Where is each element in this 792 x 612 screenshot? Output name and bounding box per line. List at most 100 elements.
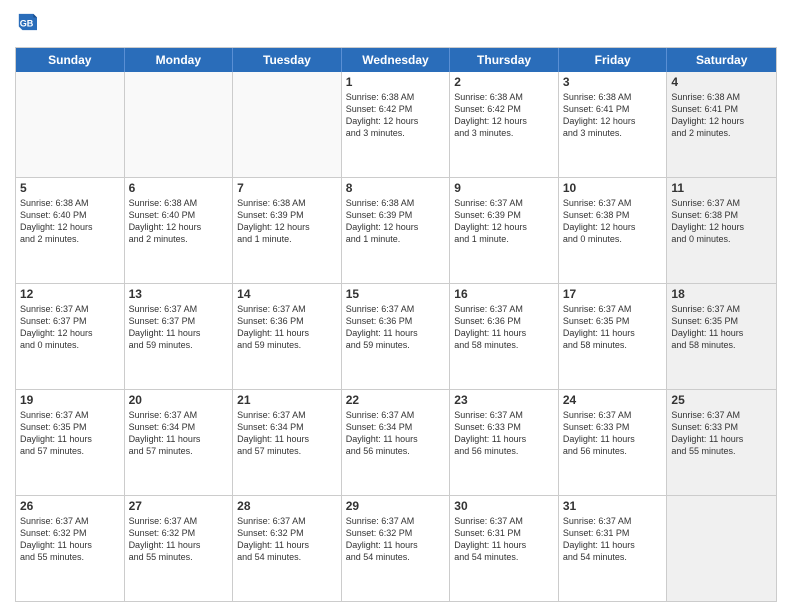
cal-cell: 4 Sunrise: 6:38 AM Sunset: 6:41 PM Daylig… bbox=[667, 72, 776, 177]
cal-cell: 31 Sunrise: 6:37 AM Sunset: 6:31 PM Dayli… bbox=[559, 496, 668, 601]
cell-info: Sunrise: 6:37 AM Sunset: 6:36 PM Dayligh… bbox=[346, 303, 446, 352]
header-day-monday: Monday bbox=[125, 48, 234, 72]
day-number: 6 bbox=[129, 181, 229, 195]
day-number: 24 bbox=[563, 393, 663, 407]
cal-cell: 2 Sunrise: 6:38 AM Sunset: 6:42 PM Daylig… bbox=[450, 72, 559, 177]
day-number: 9 bbox=[454, 181, 554, 195]
cal-cell: 25Sunrise: 6:37 AM Sunset: 6:33 PM Dayli… bbox=[667, 390, 776, 495]
day-number: 15 bbox=[346, 287, 446, 301]
cell-info: Sunrise: 6:37 AM Sunset: 6:36 PM Dayligh… bbox=[454, 303, 554, 352]
cal-cell: 13 Sunrise: 6:37 AM Sunset: 6:37 PM Dayli… bbox=[125, 284, 234, 389]
day-number: 12 bbox=[20, 287, 120, 301]
cell-info: Sunrise: 6:38 AM Sunset: 6:41 PM Dayligh… bbox=[563, 91, 663, 140]
cell-info: Sunrise: 6:37 AM Sunset: 6:34 PM Dayligh… bbox=[346, 409, 446, 458]
cal-cell: 21 Sunrise: 6:37 AM Sunset: 6:34 PM Dayli… bbox=[233, 390, 342, 495]
cal-cell: 1 Sunrise: 6:38 AM Sunset: 6:42 PM Daylig… bbox=[342, 72, 451, 177]
svg-text:GB: GB bbox=[20, 19, 34, 29]
cell-info: Sunrise: 6:37 AM Sunset: 6:39 PM Dayligh… bbox=[454, 197, 554, 246]
calendar: SundayMondayTuesdayWednesdayThursdayFrid… bbox=[15, 47, 777, 602]
cal-cell: 5 Sunrise: 6:38 AM Sunset: 6:40 PM Daylig… bbox=[16, 178, 125, 283]
cell-info: Sunrise: 6:37 AM Sunset: 6:32 PM Dayligh… bbox=[129, 515, 229, 564]
cal-cell: 11 Sunrise: 6:37 AM Sunset: 6:38 PM Dayli… bbox=[667, 178, 776, 283]
cal-cell: 30 Sunrise: 6:37 AM Sunset: 6:31 PM Dayli… bbox=[450, 496, 559, 601]
cell-info: Sunrise: 6:38 AM Sunset: 6:39 PM Dayligh… bbox=[237, 197, 337, 246]
cell-info: Sunrise: 6:37 AM Sunset: 6:38 PM Dayligh… bbox=[671, 197, 772, 246]
logo-icon: GB bbox=[17, 10, 37, 34]
day-number: 16 bbox=[454, 287, 554, 301]
cal-cell: 20Sunrise: 6:37 AM Sunset: 6:34 PM Dayli… bbox=[125, 390, 234, 495]
day-number: 27 bbox=[129, 499, 229, 513]
cell-info: Sunrise: 6:37 AM Sunset: 6:35 PM Dayligh… bbox=[563, 303, 663, 352]
day-number: 5 bbox=[20, 181, 120, 195]
cell-info: Sunrise: 6:38 AM Sunset: 6:42 PM Dayligh… bbox=[454, 91, 554, 140]
week-row-1: 5 Sunrise: 6:38 AM Sunset: 6:40 PM Daylig… bbox=[16, 178, 776, 284]
cell-info: Sunrise: 6:37 AM Sunset: 6:31 PM Dayligh… bbox=[563, 515, 663, 564]
cal-cell: 27 Sunrise: 6:37 AM Sunset: 6:32 PM Dayli… bbox=[125, 496, 234, 601]
cal-cell: 16 Sunrise: 6:37 AM Sunset: 6:36 PM Dayli… bbox=[450, 284, 559, 389]
cell-info: Sunrise: 6:37 AM Sunset: 6:32 PM Dayligh… bbox=[346, 515, 446, 564]
cell-info: Sunrise: 6:38 AM Sunset: 6:41 PM Dayligh… bbox=[671, 91, 772, 140]
cal-cell: 12 Sunrise: 6:37 AM Sunset: 6:37 PM Dayli… bbox=[16, 284, 125, 389]
header-day-saturday: Saturday bbox=[667, 48, 776, 72]
cell-info: Sunrise: 6:37 AM Sunset: 6:32 PM Dayligh… bbox=[20, 515, 120, 564]
cell-info: Sunrise: 6:37 AM Sunset: 6:32 PM Dayligh… bbox=[237, 515, 337, 564]
header-day-wednesday: Wednesday bbox=[342, 48, 451, 72]
day-number: 31 bbox=[563, 499, 663, 513]
week-row-0: 1 Sunrise: 6:38 AM Sunset: 6:42 PM Daylig… bbox=[16, 72, 776, 178]
cell-info: Sunrise: 6:37 AM Sunset: 6:33 PM Dayligh… bbox=[563, 409, 663, 458]
cal-cell: 9 Sunrise: 6:37 AM Sunset: 6:39 PM Daylig… bbox=[450, 178, 559, 283]
day-number: 1 bbox=[346, 75, 446, 89]
header-day-tuesday: Tuesday bbox=[233, 48, 342, 72]
day-number: 19 bbox=[20, 393, 120, 407]
day-number: 7 bbox=[237, 181, 337, 195]
cal-cell: 6 Sunrise: 6:38 AM Sunset: 6:40 PM Daylig… bbox=[125, 178, 234, 283]
header: GB bbox=[15, 10, 777, 39]
cal-cell bbox=[16, 72, 125, 177]
day-number: 26 bbox=[20, 499, 120, 513]
cal-cell: 29 Sunrise: 6:37 AM Sunset: 6:32 PM Dayli… bbox=[342, 496, 451, 601]
calendar-header: SundayMondayTuesdayWednesdayThursdayFrid… bbox=[16, 48, 776, 72]
day-number: 3 bbox=[563, 75, 663, 89]
day-number: 21 bbox=[237, 393, 337, 407]
cal-cell bbox=[125, 72, 234, 177]
day-number: 8 bbox=[346, 181, 446, 195]
day-number: 4 bbox=[671, 75, 772, 89]
week-row-3: 19Sunrise: 6:37 AM Sunset: 6:35 PM Dayli… bbox=[16, 390, 776, 496]
cell-info: Sunrise: 6:37 AM Sunset: 6:31 PM Dayligh… bbox=[454, 515, 554, 564]
cal-cell: 26 Sunrise: 6:37 AM Sunset: 6:32 PM Dayli… bbox=[16, 496, 125, 601]
day-number: 30 bbox=[454, 499, 554, 513]
day-number: 29 bbox=[346, 499, 446, 513]
cal-cell: 10 Sunrise: 6:37 AM Sunset: 6:38 PM Dayli… bbox=[559, 178, 668, 283]
header-day-thursday: Thursday bbox=[450, 48, 559, 72]
day-number: 14 bbox=[237, 287, 337, 301]
cal-cell: 18 Sunrise: 6:37 AM Sunset: 6:35 PM Dayli… bbox=[667, 284, 776, 389]
cell-info: Sunrise: 6:38 AM Sunset: 6:40 PM Dayligh… bbox=[20, 197, 120, 246]
cal-cell bbox=[667, 496, 776, 601]
cell-info: Sunrise: 6:37 AM Sunset: 6:37 PM Dayligh… bbox=[129, 303, 229, 352]
day-number: 10 bbox=[563, 181, 663, 195]
day-number: 18 bbox=[671, 287, 772, 301]
day-number: 11 bbox=[671, 181, 772, 195]
day-number: 25 bbox=[671, 393, 772, 407]
cal-cell: 28 Sunrise: 6:37 AM Sunset: 6:32 PM Dayli… bbox=[233, 496, 342, 601]
cell-info: Sunrise: 6:37 AM Sunset: 6:37 PM Dayligh… bbox=[20, 303, 120, 352]
week-row-4: 26 Sunrise: 6:37 AM Sunset: 6:32 PM Dayli… bbox=[16, 496, 776, 601]
page: GB SundayMondayTuesdayWednesdayThursdayF… bbox=[0, 0, 792, 612]
day-number: 22 bbox=[346, 393, 446, 407]
cal-cell: 15 Sunrise: 6:37 AM Sunset: 6:36 PM Dayli… bbox=[342, 284, 451, 389]
cell-info: Sunrise: 6:37 AM Sunset: 6:35 PM Dayligh… bbox=[671, 303, 772, 352]
header-day-sunday: Sunday bbox=[16, 48, 125, 72]
calendar-body: 1 Sunrise: 6:38 AM Sunset: 6:42 PM Daylig… bbox=[16, 72, 776, 601]
day-number: 28 bbox=[237, 499, 337, 513]
cal-cell: 24 Sunrise: 6:37 AM Sunset: 6:33 PM Dayli… bbox=[559, 390, 668, 495]
cell-info: Sunrise: 6:37 AM Sunset: 6:34 PM Dayligh… bbox=[237, 409, 337, 458]
day-number: 13 bbox=[129, 287, 229, 301]
logo: GB bbox=[15, 10, 41, 39]
cell-info: Sunrise: 6:37 AM Sunset: 6:38 PM Dayligh… bbox=[563, 197, 663, 246]
day-number: 17 bbox=[563, 287, 663, 301]
day-number: 2 bbox=[454, 75, 554, 89]
cell-info: Sunrise: 6:38 AM Sunset: 6:40 PM Dayligh… bbox=[129, 197, 229, 246]
cal-cell: 17 Sunrise: 6:37 AM Sunset: 6:35 PM Dayli… bbox=[559, 284, 668, 389]
cell-info: Sunrise: 6:38 AM Sunset: 6:42 PM Dayligh… bbox=[346, 91, 446, 140]
cal-cell: 7 Sunrise: 6:38 AM Sunset: 6:39 PM Daylig… bbox=[233, 178, 342, 283]
